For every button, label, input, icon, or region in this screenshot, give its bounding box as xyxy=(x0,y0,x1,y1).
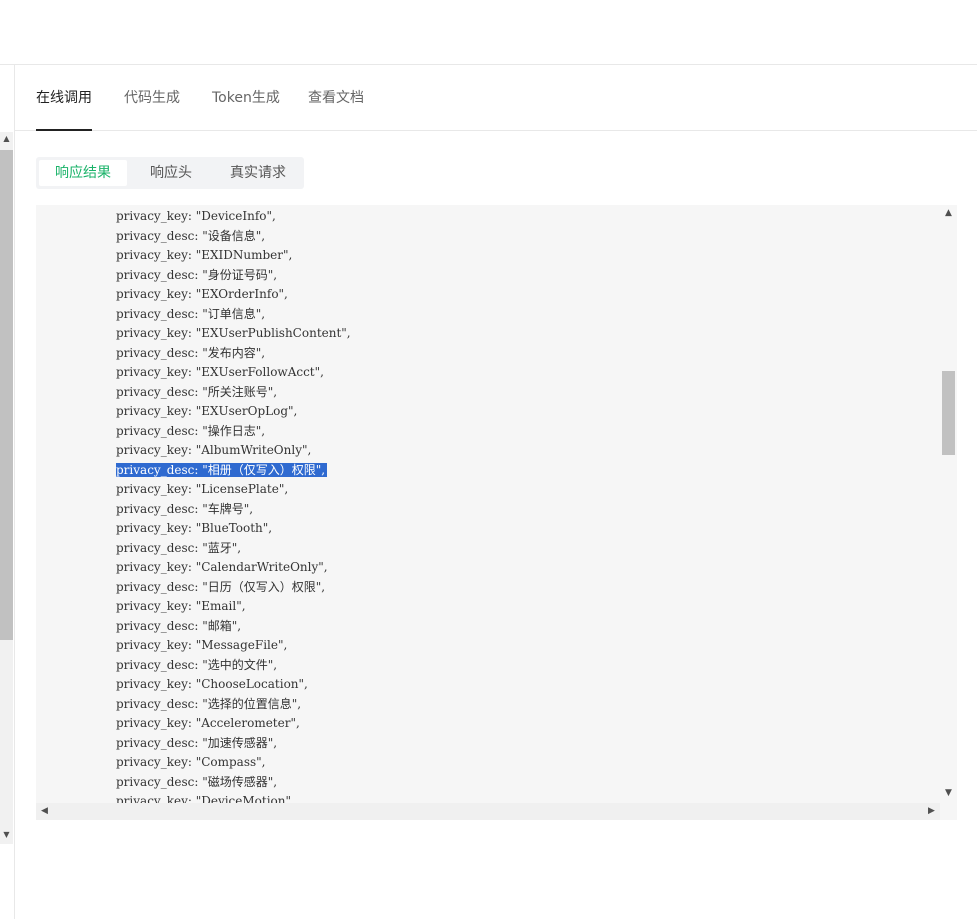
code-text: privacy_key: "MessageFile", xyxy=(116,638,288,652)
code-line: privacy_key: "ChooseLocation", xyxy=(116,675,351,695)
left-scroll-down-icon[interactable]: ▼ xyxy=(0,828,13,842)
code-text: privacy_key: "AlbumWriteOnly", xyxy=(116,443,312,457)
code-text: privacy_desc: "邮箱", xyxy=(116,618,242,633)
code-text: privacy_key: "EXUserPublishContent", xyxy=(116,326,351,340)
tab-response-headers[interactable]: 响应头 xyxy=(127,160,215,186)
code-text: privacy_desc: "订单信息", xyxy=(116,306,266,321)
code-line: privacy_desc: "邮箱", xyxy=(116,617,351,637)
code-text: privacy_key: "EXUserOpLog", xyxy=(116,404,298,418)
code-line: privacy_key: "Compass", xyxy=(116,753,351,773)
code-text: privacy_desc: "日历（仅写入）权限", xyxy=(116,579,326,594)
selected-code-text: privacy_desc: "相册（仅写入）权限", xyxy=(116,462,328,477)
scroll-up-icon[interactable]: ▲ xyxy=(940,205,957,222)
scroll-down-icon[interactable]: ▼ xyxy=(940,785,957,802)
code-line: privacy_key: "AlbumWriteOnly", xyxy=(116,441,351,461)
code-text: privacy_desc: "选中的文件", xyxy=(116,657,278,672)
response-code-text[interactable]: privacy_key: "DeviceInfo", privacy_desc: … xyxy=(116,207,351,803)
response-code-panel: privacy_key: "DeviceInfo", privacy_desc: … xyxy=(36,205,957,820)
code-line: privacy_key: "EXOrderInfo", xyxy=(116,285,351,305)
code-text: privacy_desc: "身份证号码", xyxy=(116,267,278,282)
code-line: privacy_desc: "设备信息", xyxy=(116,227,351,247)
code-line: privacy_desc: "所关注账号", xyxy=(116,383,351,403)
code-line: privacy_key: "EXUserPublishContent", xyxy=(116,324,351,344)
code-line: privacy_key: "DeviceInfo", xyxy=(116,207,351,227)
code-line: privacy_key: "Email", xyxy=(116,597,351,617)
left-scrollbar-thumb[interactable] xyxy=(0,150,13,640)
code-line: privacy_desc: "日历（仅写入）权限", xyxy=(116,578,351,598)
scroll-left-icon[interactable]: ◀ xyxy=(36,803,53,820)
code-line: privacy_key: "EXUserOpLog", xyxy=(116,402,351,422)
left-scroll-up-icon[interactable]: ▲ xyxy=(0,132,13,146)
main-tab-bar: 在线调用 代码生成 Token生成 查看文档 xyxy=(15,65,977,131)
vertical-scrollbar[interactable]: ▲ ▼ xyxy=(940,205,957,803)
response-code-viewport[interactable]: privacy_key: "DeviceInfo", privacy_desc: … xyxy=(36,205,940,803)
code-line: privacy_key: "EXIDNumber", xyxy=(116,246,351,266)
code-line: privacy_desc: "操作日志", xyxy=(116,422,351,442)
result-tab-group: 响应结果 响应头 真实请求 xyxy=(36,157,304,189)
code-line: privacy_key: "MessageFile", xyxy=(116,636,351,656)
code-text: privacy_key: "DeviceMotion", xyxy=(116,794,295,803)
scroll-right-icon[interactable]: ▶ xyxy=(923,803,940,820)
code-line: privacy_desc: "车牌号", xyxy=(116,500,351,520)
tab-token-generate[interactable]: Token生成 xyxy=(212,65,280,130)
tab-real-request[interactable]: 真实请求 xyxy=(215,160,301,186)
code-line: privacy_key: "CalendarWriteOnly", xyxy=(116,558,351,578)
code-text: privacy_key: "DeviceInfo", xyxy=(116,209,276,223)
code-text: privacy_desc: "设备信息", xyxy=(116,228,266,243)
code-text: privacy_desc: "加速传感器", xyxy=(116,735,278,750)
code-text: privacy_key: "Email", xyxy=(116,599,246,613)
code-line: privacy_key: "Accelerometer", xyxy=(116,714,351,734)
code-text: privacy_key: "EXIDNumber", xyxy=(116,248,293,262)
code-text: privacy_desc: "所关注账号", xyxy=(116,384,278,399)
code-text: privacy_key: "Compass", xyxy=(116,755,266,769)
scrollbar-corner xyxy=(940,803,957,820)
code-line: privacy_desc: "蓝牙", xyxy=(116,539,351,559)
code-line: privacy_desc: "加速传感器", xyxy=(116,734,351,754)
code-text: privacy_desc: "选择的位置信息", xyxy=(116,696,302,711)
code-line: privacy_key: "LicensePlate", xyxy=(116,480,351,500)
code-text: privacy_desc: "磁场传感器", xyxy=(116,774,278,789)
tab-code-generate[interactable]: 代码生成 xyxy=(124,65,180,130)
code-text: privacy_key: "LicensePlate", xyxy=(116,482,289,496)
code-line: privacy_desc: "选择的位置信息", xyxy=(116,695,351,715)
code-line: privacy_desc: "订单信息", xyxy=(116,305,351,325)
code-text: privacy_key: "EXUserFollowAcct", xyxy=(116,365,324,379)
tab-response-result[interactable]: 响应结果 xyxy=(39,160,127,186)
code-line: privacy_desc: "相册（仅写入）权限", xyxy=(116,461,351,481)
vertical-scrollbar-thumb[interactable] xyxy=(942,371,955,455)
code-text: privacy_key: "EXOrderInfo", xyxy=(116,287,288,301)
code-line: privacy_key: "DeviceMotion", xyxy=(116,792,351,803)
code-text: privacy_desc: "车牌号", xyxy=(116,501,254,516)
code-text: privacy_desc: "发布内容", xyxy=(116,345,266,360)
code-text: privacy_key: "CalendarWriteOnly", xyxy=(116,560,328,574)
code-line: privacy_desc: "身份证号码", xyxy=(116,266,351,286)
top-header-area xyxy=(0,0,977,65)
horizontal-scrollbar[interactable]: ◀ ▶ xyxy=(36,803,940,820)
tab-view-docs[interactable]: 查看文档 xyxy=(308,65,364,130)
tab-online-call[interactable]: 在线调用 xyxy=(36,65,92,131)
code-line: privacy_key: "BlueTooth", xyxy=(116,519,351,539)
code-line: privacy_desc: "发布内容", xyxy=(116,344,351,364)
code-line: privacy_desc: "选中的文件", xyxy=(116,656,351,676)
code-text: privacy_key: "Accelerometer", xyxy=(116,716,300,730)
code-text: privacy_desc: "操作日志", xyxy=(116,423,266,438)
code-text: privacy_key: "BlueTooth", xyxy=(116,521,273,535)
code-line: privacy_desc: "磁场传感器", xyxy=(116,773,351,793)
code-text: privacy_key: "ChooseLocation", xyxy=(116,677,308,691)
code-text: privacy_desc: "蓝牙", xyxy=(116,540,242,555)
code-line: privacy_key: "EXUserFollowAcct", xyxy=(116,363,351,383)
